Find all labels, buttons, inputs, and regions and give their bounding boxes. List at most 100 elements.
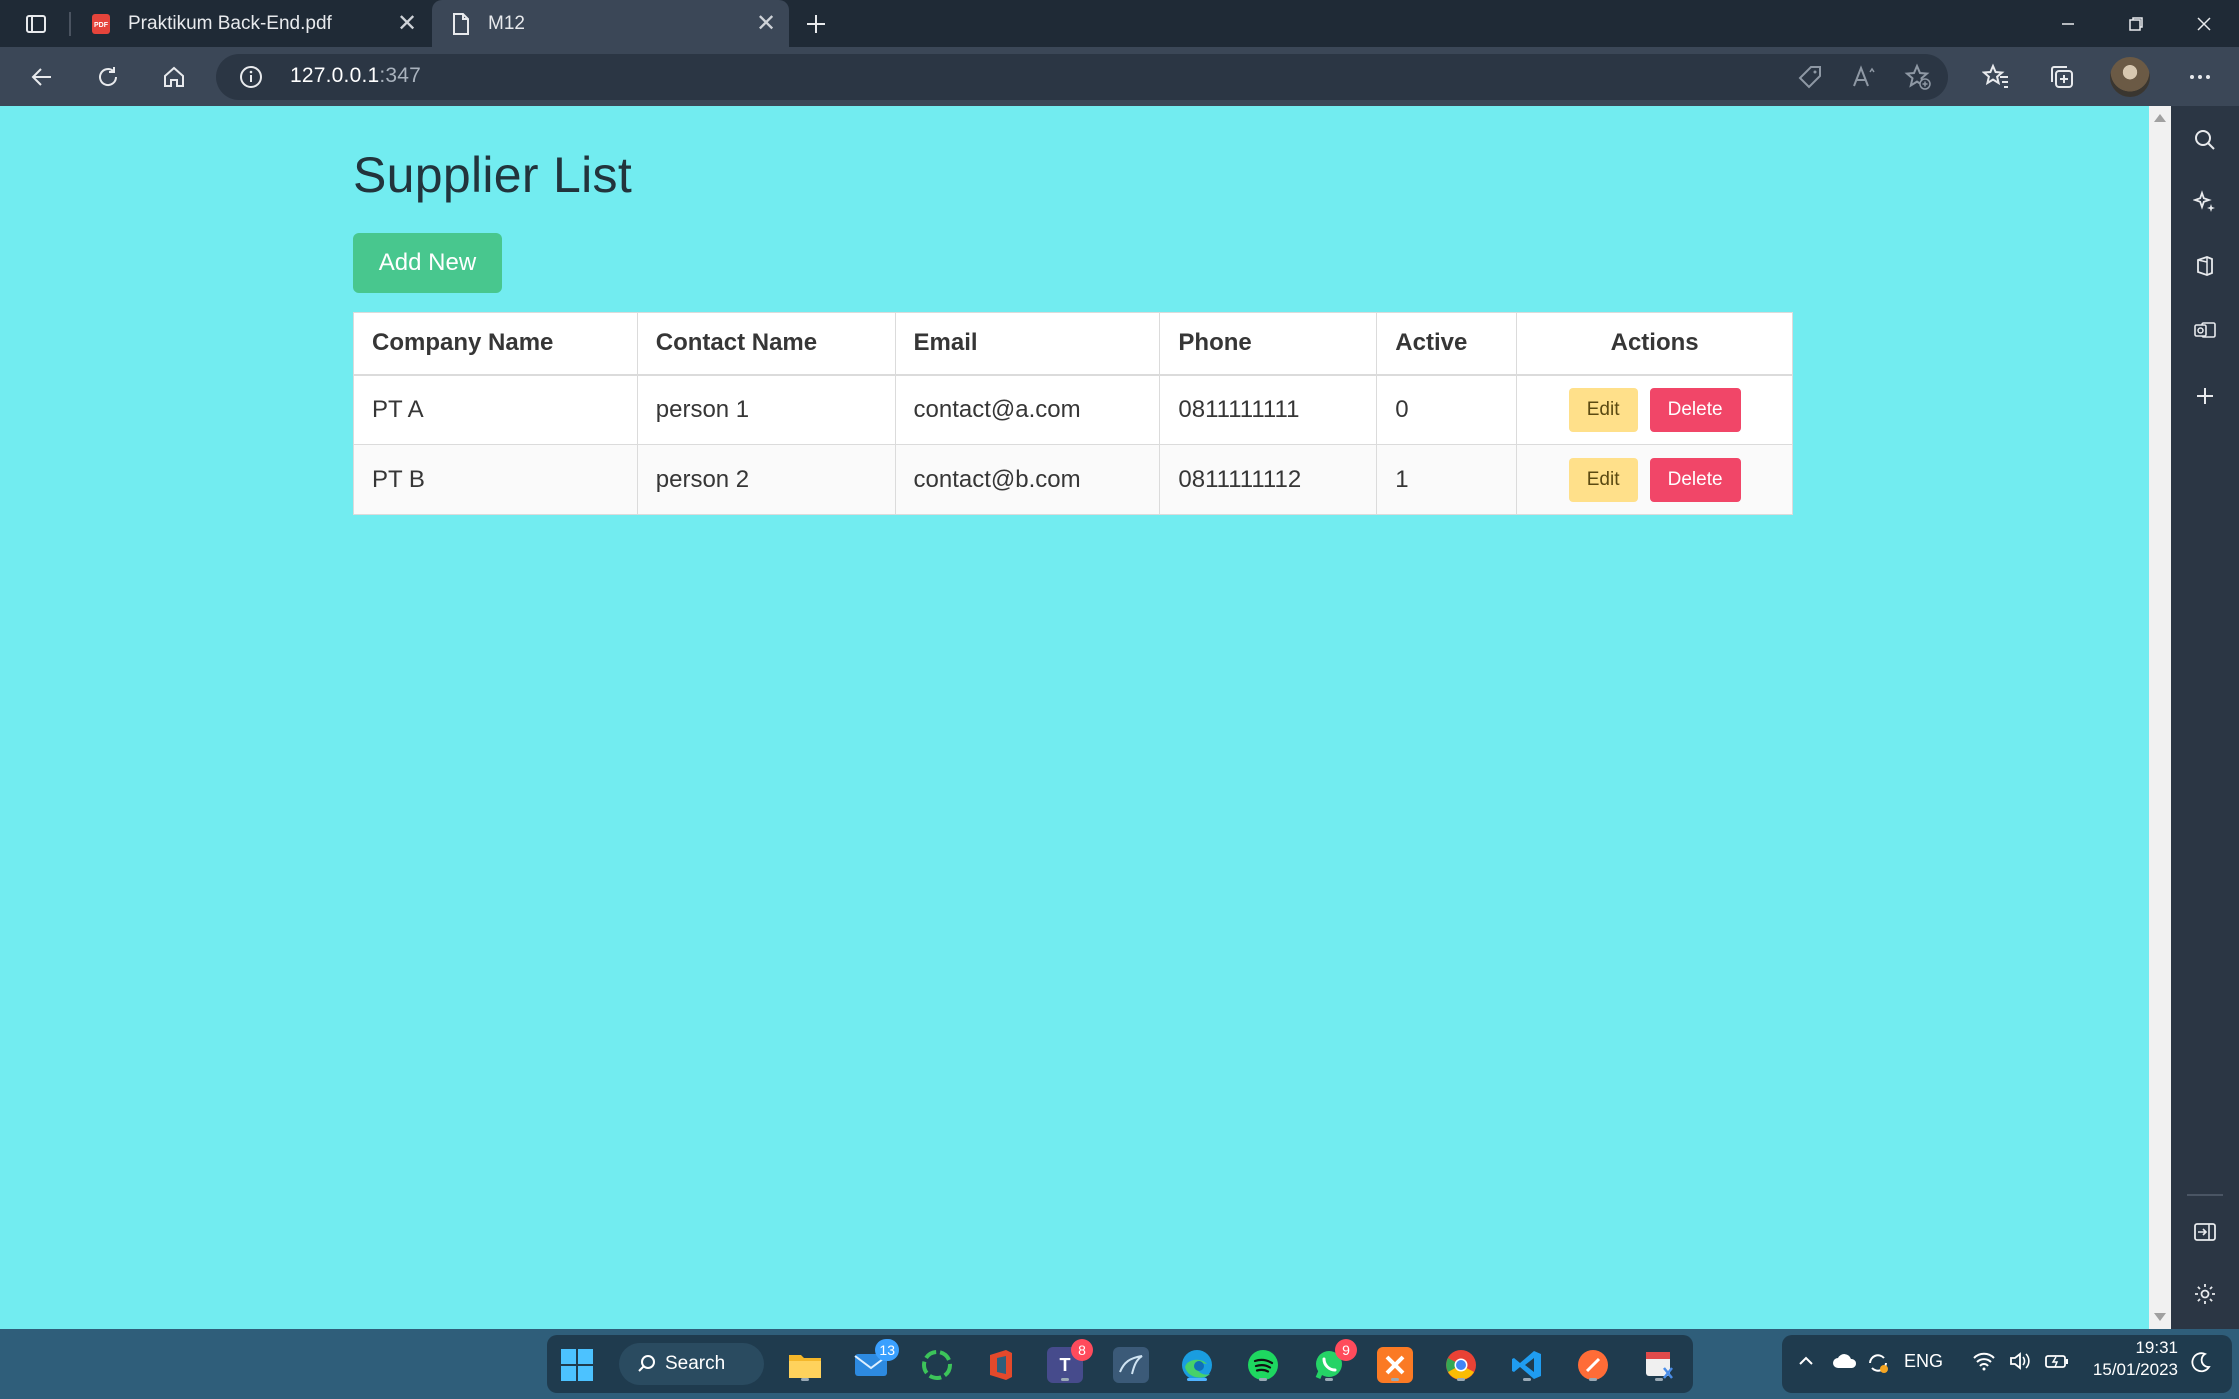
app-sync-icon[interactable] <box>919 1347 955 1383</box>
address-bar[interactable]: 127.0.0.1:347 <box>216 54 1948 100</box>
info-icon[interactable] <box>238 64 264 90</box>
sidebar-discover-button[interactable] <box>2185 182 2225 222</box>
scroll-up-arrow-icon[interactable] <box>2154 114 2166 122</box>
cell-active: 0 <box>1376 374 1518 445</box>
cell-contact: person 2 <box>636 444 896 515</box>
edit-button[interactable]: Edit <box>1568 387 1638 432</box>
profile-avatar[interactable] <box>2110 57 2150 97</box>
office-icon[interactable] <box>983 1347 1019 1383</box>
back-button[interactable] <box>22 57 62 97</box>
sync-icon[interactable] <box>1866 1351 1890 1375</box>
spotify-icon[interactable] <box>1245 1347 1281 1383</box>
teams-icon[interactable]: T 8 <box>1047 1339 1093 1383</box>
sidebar-search-button[interactable] <box>2185 120 2225 160</box>
settings-more-button[interactable] <box>2180 57 2220 97</box>
cell-actions: Edit Delete <box>1516 444 1793 515</box>
url-text[interactable]: 127.0.0.1:347 <box>290 64 421 88</box>
mail-badge: 13 <box>875 1339 899 1361</box>
edge-browser-icon[interactable] <box>1179 1347 1215 1383</box>
taskbar-apps: Search 13 T 8 9 <box>547 1335 1693 1393</box>
collections-button[interactable] <box>2042 57 2082 97</box>
sidebar-add-button[interactable] <box>2185 376 2225 416</box>
close-icon[interactable]: ✕ <box>392 9 422 39</box>
vscode-icon[interactable] <box>1509 1347 1545 1383</box>
whatsapp-icon[interactable]: 9 <box>1311 1339 1357 1383</box>
delete-button[interactable]: Delete <box>1649 457 1741 502</box>
collections-icon <box>2051 66 2073 88</box>
column-header-active: Active <box>1376 312 1518 376</box>
cell-contact: person 1 <box>636 374 896 445</box>
windows-start-icon[interactable] <box>559 1347 595 1383</box>
delete-button[interactable]: Delete <box>1649 387 1741 432</box>
chrome-icon[interactable] <box>1443 1347 1479 1383</box>
cell-company: PT B <box>353 444 638 515</box>
tab-actions-icon <box>26 15 46 33</box>
refresh-button[interactable] <box>88 57 128 97</box>
add-favorite-icon[interactable] <box>1904 63 1932 91</box>
add-new-button[interactable]: Add New <box>353 233 502 293</box>
arrow-left-icon <box>31 68 51 86</box>
cell-phone: 0811111111 <box>1159 374 1378 445</box>
restore-button[interactable] <box>2104 0 2168 47</box>
whatsapp-badge: 9 <box>1335 1339 1357 1361</box>
running-indicator <box>1523 1378 1531 1381</box>
snipping-tool-icon[interactable] <box>1641 1347 1677 1383</box>
file-explorer-icon[interactable] <box>787 1347 823 1383</box>
onedrive-icon[interactable] <box>1832 1351 1858 1371</box>
column-header-actions: Actions <box>1516 312 1793 376</box>
favorites-button[interactable] <box>1976 57 2016 97</box>
window-close-button[interactable] <box>2172 0 2236 47</box>
sidebar-hide-button[interactable] <box>2185 1212 2225 1252</box>
plus-icon <box>2197 388 2213 404</box>
cell-email: contact@a.com <box>894 374 1161 445</box>
tab-pdf[interactable]: PDF Praktikum Back-End.pdf ✕ <box>68 0 430 47</box>
edge-sidebar <box>2171 106 2239 1329</box>
moon-icon[interactable] <box>2190 1351 2212 1373</box>
sidebar-office-button[interactable] <box>2185 246 2225 286</box>
clock-date: 15/01/2023 <box>2092 1360 2178 1379</box>
vertical-scrollbar[interactable] <box>2149 106 2171 1329</box>
shopping-tag-icon[interactable] <box>1796 63 1824 91</box>
new-tab-button[interactable] <box>798 6 834 42</box>
mysql-workbench-icon[interactable] <box>1113 1347 1149 1383</box>
running-indicator <box>801 1378 809 1381</box>
page-icon <box>448 11 474 37</box>
read-aloud-icon[interactable] <box>1850 63 1878 91</box>
running-indicator <box>1259 1378 1267 1381</box>
mail-icon[interactable]: 13 <box>853 1339 899 1383</box>
tab-title: M12 <box>488 12 525 34</box>
tab-actions-menu-button[interactable] <box>16 8 56 40</box>
minimize-icon <box>2062 22 2074 25</box>
running-indicator <box>1325 1378 1333 1381</box>
chevron-up-icon[interactable] <box>1796 1351 1816 1371</box>
sidebar-outlook-button[interactable] <box>2185 310 2225 350</box>
taskbar-search[interactable]: Search <box>619 1343 764 1385</box>
page-viewport: Supplier List Add New Company Name Conta… <box>0 106 2150 1329</box>
postman-icon[interactable] <box>1575 1347 1611 1383</box>
plus-icon <box>807 15 825 33</box>
close-icon[interactable]: ✕ <box>751 9 781 39</box>
table-row: PT B person 2 contact@b.com 0811111112 1… <box>353 444 1793 515</box>
cell-email: contact@b.com <box>894 444 1161 515</box>
language-indicator[interactable]: ENG <box>1904 1351 1943 1372</box>
sidebar-settings-button[interactable] <box>2185 1274 2225 1314</box>
home-button[interactable] <box>154 57 194 97</box>
scroll-down-arrow-icon[interactable] <box>2154 1313 2166 1321</box>
favorites-icon <box>1982 63 2008 88</box>
edit-button[interactable]: Edit <box>1568 457 1638 502</box>
tab-active[interactable]: M12 ✕ <box>432 0 789 47</box>
teams-badge: 8 <box>1071 1339 1093 1361</box>
more-horizontal-icon <box>2190 75 2210 79</box>
svg-text:PDF: PDF <box>94 22 109 29</box>
battery-icon[interactable] <box>2044 1351 2070 1371</box>
taskbar-clock[interactable]: 19:31 15/01/2023 <box>2080 1337 2178 1381</box>
office-icon <box>2197 256 2213 276</box>
xampp-icon[interactable] <box>1377 1347 1413 1383</box>
cell-actions: Edit Delete <box>1516 374 1793 445</box>
minimize-button[interactable] <box>2036 0 2100 47</box>
volume-icon[interactable] <box>2008 1351 2032 1371</box>
wifi-icon[interactable] <box>1972 1351 1996 1371</box>
column-header-phone: Phone <box>1159 312 1378 376</box>
home-icon <box>164 66 184 87</box>
sparkle-icon <box>2193 190 2215 212</box>
